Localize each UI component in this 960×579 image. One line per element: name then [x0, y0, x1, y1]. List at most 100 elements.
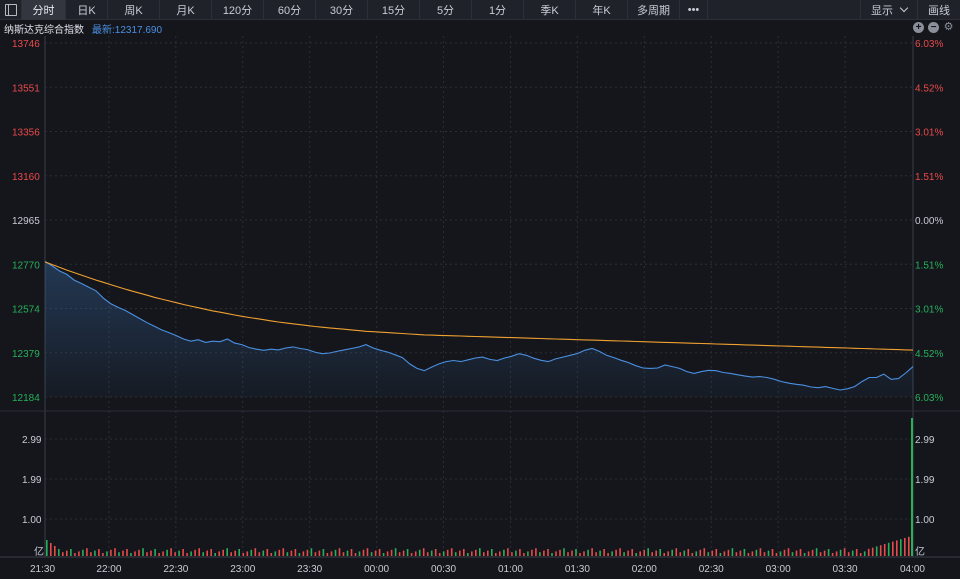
volume-bar [887, 542, 890, 556]
volume-bar [551, 553, 553, 556]
volume-bar [723, 551, 726, 556]
time-tick-label: 01:00 [498, 564, 523, 575]
display-dropdown[interactable]: 显示 [860, 0, 917, 19]
tab-period[interactable]: 月K [160, 0, 212, 20]
chart-controls: + − ⚙ [913, 22, 954, 33]
draw-line-button[interactable]: 画线 [917, 0, 960, 19]
time-tick-label: 00:30 [431, 564, 456, 575]
volume-bar [603, 549, 605, 556]
volume-bar [410, 553, 413, 556]
tab-period[interactable]: 年K [576, 0, 628, 20]
sidebar-toggle-button[interactable] [0, 0, 22, 20]
zoom-out-icon[interactable]: − [928, 22, 939, 33]
volume-bar [338, 548, 341, 556]
volume-bar [783, 549, 786, 556]
volume-bar [619, 548, 621, 556]
zoom-in-icon[interactable]: + [913, 22, 924, 33]
volume-bar [438, 553, 441, 556]
volume-bar [591, 548, 593, 556]
tab-period[interactable]: 1分 [472, 0, 524, 20]
volume-bar [911, 418, 913, 556]
volume-bar [535, 548, 537, 556]
volume-bar [406, 549, 409, 556]
draw-line-label: 画线 [928, 4, 950, 17]
volume-bar [182, 549, 184, 556]
volume-bar [743, 549, 746, 556]
tab-period[interactable]: 多周期 [628, 0, 680, 20]
volume-bar [527, 551, 529, 556]
tab-period[interactable]: 周K [108, 0, 160, 20]
volume-bar [130, 553, 132, 556]
volume-bar [875, 546, 878, 556]
volume-bar [587, 549, 589, 556]
volume-bar [158, 553, 160, 556]
volume-bar [883, 544, 886, 556]
volume-bar [611, 551, 613, 556]
percent-tick-label: 1.51% [915, 172, 943, 183]
volume-bar [430, 550, 433, 556]
volume-bar [539, 552, 541, 556]
volume-bar [454, 552, 457, 556]
volume-bar [571, 550, 573, 556]
volume-bar [651, 552, 653, 556]
volume-bar [446, 549, 449, 556]
volume-bar [807, 551, 810, 556]
volume-bar [374, 550, 377, 556]
volume-bar [294, 549, 297, 556]
tab-period[interactable]: 30分 [316, 0, 368, 20]
volume-bar [691, 553, 694, 556]
tab-period[interactable]: 5分 [420, 0, 472, 20]
volume-bar [463, 549, 465, 556]
volume-bar [839, 549, 842, 556]
tab-period[interactable]: 60分 [264, 0, 316, 20]
volume-bar [531, 549, 533, 556]
volume-bar [366, 548, 369, 556]
volume-bar [719, 553, 722, 556]
volume-bar [863, 551, 866, 556]
volume-bar [467, 553, 469, 556]
volume-bar [904, 538, 906, 556]
volume-bar [627, 550, 629, 556]
volume-bar [483, 552, 485, 556]
volume-bar [755, 549, 758, 556]
volume-bar [238, 549, 240, 556]
gear-icon[interactable]: ⚙ [943, 22, 954, 33]
percent-tick-label: 6.03% [915, 393, 943, 404]
volume-bar [266, 549, 269, 556]
volume-bar [318, 550, 321, 556]
volume-bar [258, 552, 261, 556]
tab-period[interactable]: 分时 [22, 0, 66, 20]
volume-bar [711, 550, 714, 556]
volume-bar [242, 553, 245, 556]
volume-bar [643, 549, 645, 556]
tab-period[interactable]: 15分 [368, 0, 420, 20]
tab-label: 60分 [277, 5, 302, 17]
tab-period[interactable]: 120分 [212, 0, 264, 20]
volume-bar [859, 553, 862, 556]
price-tick-label: 12574 [12, 305, 40, 316]
tab-label: 月K [176, 5, 195, 17]
tab-period[interactable]: 日K [66, 0, 108, 20]
tab-period[interactable]: 季K [524, 0, 576, 20]
volume-bar [70, 549, 72, 556]
volume-bar [791, 552, 794, 556]
volume-bar [835, 551, 838, 556]
more-periods-button[interactable]: ••• [680, 0, 708, 20]
sidebar-icon [4, 4, 17, 16]
volume-bar [210, 549, 212, 556]
volume-bar [330, 551, 333, 556]
time-tick-label: 04:00 [900, 564, 925, 575]
volume-bar [699, 549, 702, 556]
volume-bar [607, 553, 609, 556]
volume-bar [583, 551, 585, 556]
volume-bar [310, 548, 313, 556]
volume-bar [386, 551, 389, 556]
time-tick-label: 03:00 [766, 564, 791, 575]
percent-tick-label: 3.01% [915, 128, 943, 139]
volume-bar [599, 550, 601, 556]
volume-bar [647, 548, 649, 556]
volume-bar [234, 550, 236, 556]
price-tick-label: 12770 [12, 260, 40, 271]
volume-bar [270, 553, 273, 556]
intraday-chart[interactable]: 13746 6.03% 13551 4.52% 13356 3.01% 13160 1.51%… [0, 36, 960, 579]
